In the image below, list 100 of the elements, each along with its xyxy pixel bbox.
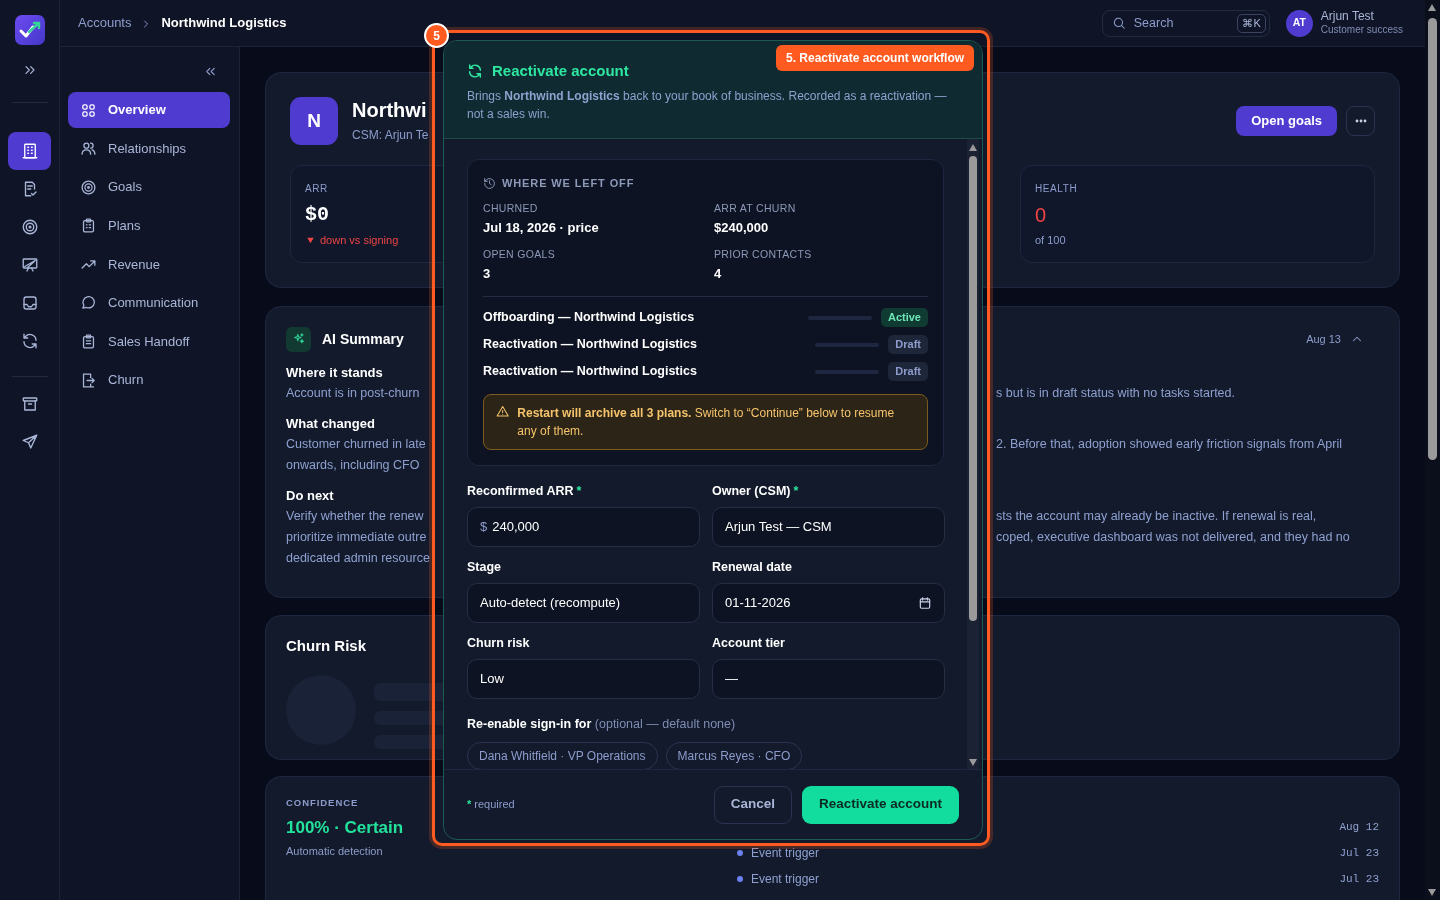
warning-text: Restart will archive all 3 plans. Switch to “Continue” below to resume any of them.: [517, 405, 896, 440]
open-goals-button[interactable]: Open goals: [1236, 106, 1337, 136]
event-label: Event trigger: [751, 845, 820, 862]
stat-note: of 100: [1035, 233, 1066, 248]
card-title: Churn Risk: [286, 637, 366, 654]
more-button[interactable]: [1346, 106, 1375, 136]
select-field[interactable]: —: [712, 659, 945, 699]
clipboard-icon: [80, 217, 97, 235]
field-label: Reconfirmed ARR: [467, 483, 574, 499]
breadcrumb-current: Northwind Logistics: [161, 14, 287, 33]
select-field[interactable]: Arjun Test — CSM: [712, 507, 945, 547]
field-label: Renewal date: [712, 559, 792, 575]
stat-label: ARR: [305, 182, 328, 196]
fact-value: 3: [483, 265, 491, 283]
fact-value: 4: [714, 265, 722, 283]
event-date: Aug 12: [1339, 819, 1379, 835]
status-badge: Active: [880, 308, 928, 327]
users-icon: [80, 140, 97, 158]
summary-text: 2. Before that, adoption showed early friction signals from April: [996, 437, 1342, 451]
field-label: Stage: [467, 559, 502, 575]
fact-label: ARR AT CHURN: [714, 201, 796, 215]
field-label: Re-enable sign-in for (optional — default none): [467, 717, 736, 731]
summary-text: s but is in draft status with no tasks started.: [996, 386, 1235, 400]
user-role: Customer success: [1320, 24, 1403, 36]
field-label: Owner (CSM): [712, 483, 791, 499]
summary-date: Aug 13: [1306, 331, 1341, 347]
section-heading: Where it stands: [286, 364, 383, 382]
required-mark: *: [576, 483, 582, 499]
door-exit-icon: [80, 371, 97, 389]
chart-board-icon: [20, 256, 39, 274]
sparkle-icon: [286, 326, 311, 352]
required-mark: *: [793, 483, 799, 499]
section-label: CONFIDENCE: [286, 797, 359, 809]
summary-text: Verify whether the renew: [286, 509, 424, 523]
sync-icon: [20, 332, 39, 350]
sidebar-item[interactable]: Relationships: [68, 130, 230, 167]
sidebar-item[interactable]: Revenue: [68, 246, 230, 283]
field-label: Churn risk: [467, 635, 530, 651]
stat-note: down vs signing: [320, 233, 399, 248]
breadcrumb-link[interactable]: Accounts: [78, 13, 132, 33]
summary-text: sts the account may already be inactive. If renewal is real,: [996, 509, 1317, 523]
status-badge: Draft: [888, 362, 928, 381]
select-field[interactable]: Low: [467, 659, 700, 699]
sidebar-item[interactable]: Plans: [68, 207, 230, 244]
account-avatar: N: [290, 97, 338, 145]
confidence-source: Automatic detection: [286, 844, 383, 859]
input-field[interactable]: $ 240,000: [467, 507, 700, 547]
target-icon: [20, 218, 39, 236]
plan-name: Offboarding — Northwind Logistics: [483, 309, 695, 327]
cancel-button[interactable]: Cancel: [713, 785, 792, 824]
target-icon: [80, 178, 97, 196]
fact-value: $240,000: [714, 219, 769, 237]
sidebar-item[interactable]: Overview: [68, 92, 230, 128]
event-date: Jul 23: [1339, 845, 1379, 861]
shortcut-key: ⌘K: [1237, 13, 1266, 33]
summary-text: Customer churned in late: [286, 437, 426, 451]
account-name: Northwi: [352, 98, 428, 122]
sidebar-item[interactable]: Churn: [68, 362, 230, 399]
reactivate-button[interactable]: Reactivate account: [801, 785, 959, 824]
archive-icon: [20, 395, 39, 413]
section-heading: What changed: [286, 415, 375, 433]
rail-nav-button[interactable]: [8, 132, 51, 170]
card-title: AI Summary: [322, 329, 404, 349]
event-label: Event trigger: [751, 871, 820, 888]
logo[interactable]: [14, 15, 45, 45]
search-icon: [1111, 16, 1126, 30]
avatar[interactable]: AT: [1285, 9, 1313, 37]
date-field[interactable]: 01-11-2026: [712, 583, 945, 623]
timeline-dot: [737, 850, 743, 856]
account-owner: CSM: Arjun Te: [352, 127, 429, 144]
field-label: Account tier: [712, 635, 785, 651]
timeline-dot: [737, 876, 743, 882]
plan-name: Reactivation — Northwind Logistics: [483, 363, 697, 381]
event-date: Jul 23: [1339, 871, 1379, 887]
fact-value: Jul 18, 2026 · price: [483, 219, 599, 237]
select-field[interactable]: Auto-detect (recompute): [467, 583, 700, 623]
sidebar-item[interactable]: Sales Handoff: [68, 323, 230, 360]
step-label: 5. Reactivate account workflow: [776, 45, 975, 71]
summary-text: prioritize immediate outre: [286, 530, 427, 544]
sidebar-item[interactable]: Goals: [68, 169, 230, 206]
plan-name: Reactivation — Northwind Logistics: [483, 336, 697, 354]
summary-text: onwards, including CFO: [286, 458, 420, 472]
sidebar-item[interactable]: Communication: [68, 284, 230, 321]
summary-text: dedicated admin resource: [286, 551, 430, 565]
fact-label: OPEN GOALS: [483, 247, 555, 261]
fact-label: PRIOR CONTACTS: [714, 247, 812, 261]
building-icon: [20, 142, 39, 160]
stat-value: 0: [1035, 203, 1047, 228]
summary-text: coped, executive dashboard was not delivered, and they had no: [996, 530, 1350, 544]
clipboard-icon: [80, 333, 97, 351]
refresh-icon: [467, 63, 483, 79]
scrollbar[interactable]: [967, 139, 979, 769]
chat-icon: [80, 294, 97, 312]
status-badge: Draft: [888, 335, 928, 354]
warning-icon: [496, 404, 510, 419]
fact-label: CHURNED: [483, 201, 538, 215]
stat-value: $0: [305, 202, 329, 228]
dialog-title: Reactivate account: [492, 61, 629, 81]
panel-title: WHERE WE LEFT OFF: [502, 176, 635, 191]
inbox-icon: [20, 294, 39, 312]
